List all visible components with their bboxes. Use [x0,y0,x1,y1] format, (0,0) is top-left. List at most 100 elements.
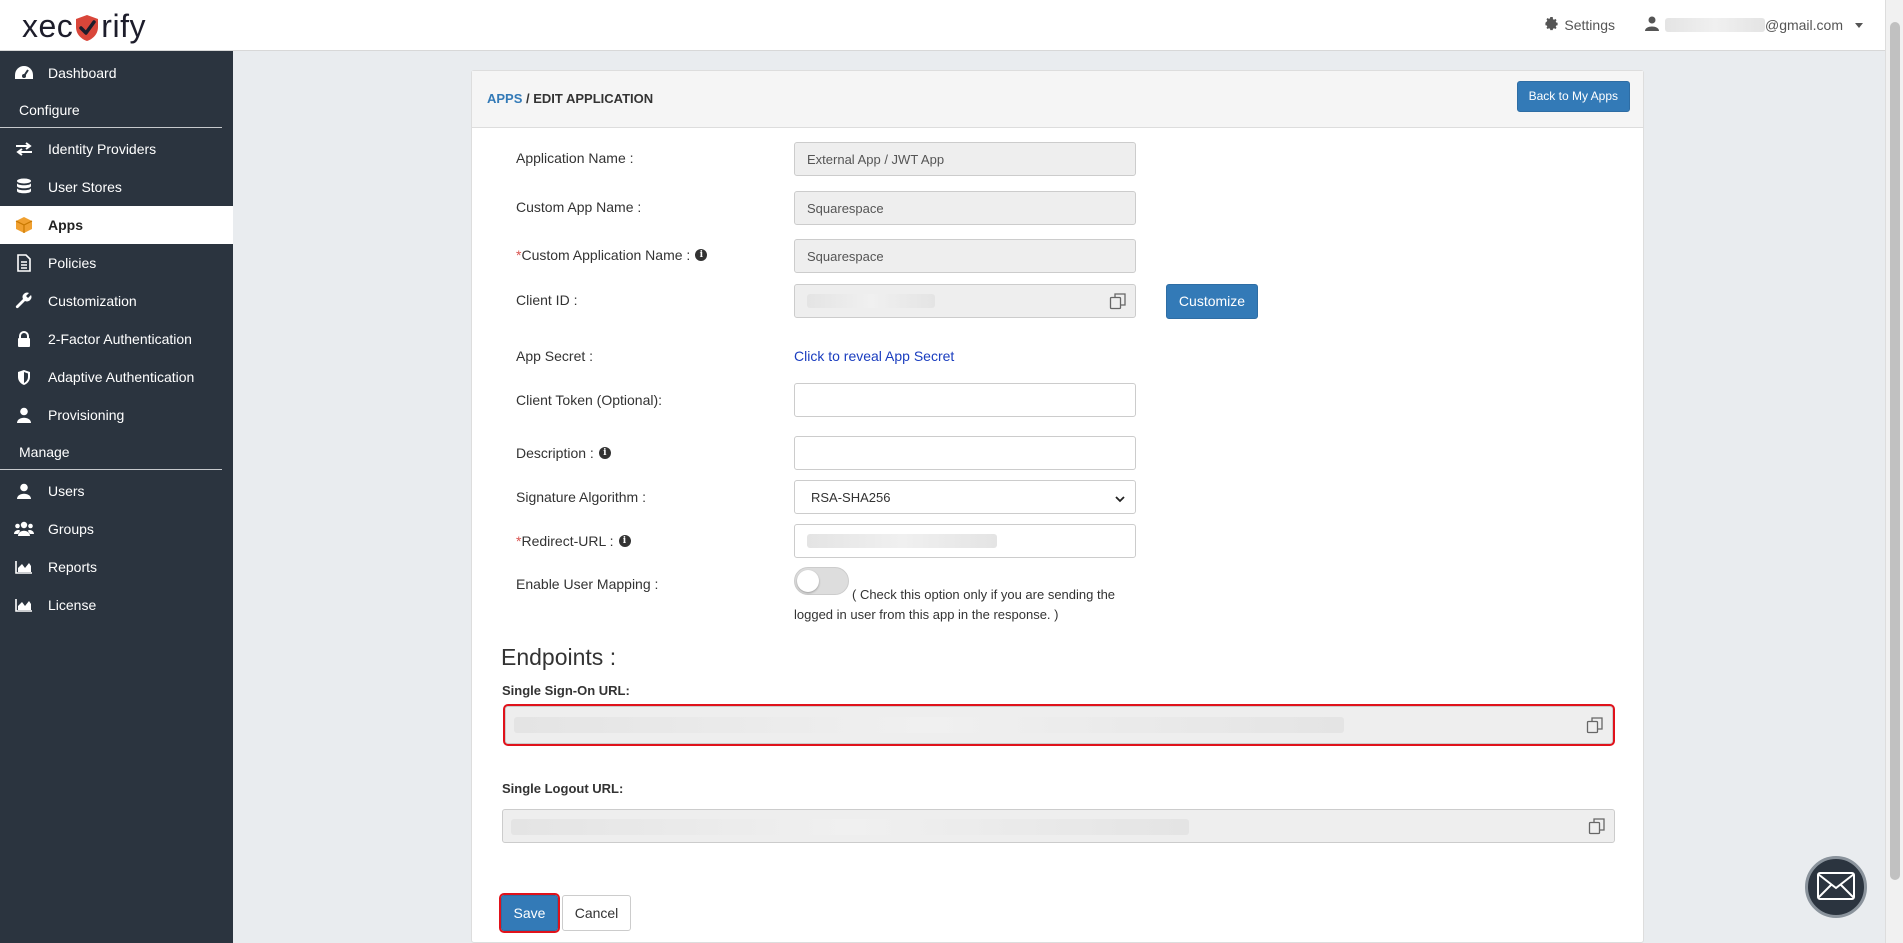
sidebar-item-label: Apps [48,217,83,233]
info-icon[interactable]: i [598,447,611,459]
user-email-redacted [1664,18,1765,32]
field-value: External App / JWT App [807,151,945,167]
breadcrumb-apps-link[interactable]: APPS [487,91,522,106]
endpoints-heading: Endpoints : [501,644,617,670]
sso-url-redacted [514,717,1344,733]
user-email-suffix: @gmail.com [1764,17,1843,33]
user-menu[interactable]: @gmail.com [1644,16,1863,34]
customize-button[interactable]: Customize [1166,284,1258,319]
copy-icon[interactable] [1586,716,1604,734]
page-scrollbar[interactable] [1885,0,1903,943]
label-text: Application Name : [516,150,634,166]
sidebar-item-policies[interactable]: Policies [0,244,233,282]
wrench-icon [14,292,34,310]
slo-url-redacted [511,819,1189,835]
sidebar-item-label: Reports [48,559,98,575]
users-icon [14,520,34,538]
client-id-label: Client ID : [516,292,577,308]
sidebar-item-label: Identity Providers [48,141,157,157]
sidebar-item-label: 2-Factor Authentication [48,331,192,347]
label-text: Description : [516,445,594,461]
sidebar-item-label: Customization [48,293,137,309]
label-text: Custom Application Name : [521,247,691,263]
sidebar-item-identity-providers[interactable]: Identity Providers [0,130,233,168]
copy-icon[interactable] [1109,292,1127,310]
sidebar-item-users[interactable]: Users [0,472,233,510]
sidebar-section-configure: Configure [0,92,222,128]
sidebar-item-label: License [48,597,97,613]
field-value: Squarespace [807,248,884,264]
custom-app-name-field: Squarespace [794,191,1136,225]
cube-icon [14,216,34,234]
help-text: ( Check this option only if you are send… [794,587,1116,622]
sidebar-item-dashboard[interactable]: Dashboard [0,54,233,92]
cancel-button[interactable]: Cancel [562,895,631,931]
application-name-field: External App / JWT App [794,142,1136,176]
dashboard-icon [14,64,34,82]
breadcrumb: APPS / EDIT APPLICATION [487,91,653,106]
label-text: App Secret : [516,348,594,364]
area-chart-icon [14,596,34,614]
custom-application-name-field[interactable]: Squarespace [794,239,1136,273]
sidebar-item-license[interactable]: License [0,586,233,624]
client-token-input[interactable] [794,383,1136,417]
label-text: Enable User Mapping : [516,576,659,592]
save-button[interactable]: Save [499,893,560,933]
label-text: Custom App Name : [516,199,642,215]
sidebar-item-2fa[interactable]: 2-Factor Authentication [0,320,233,358]
logo-shield-icon [74,13,100,43]
info-icon[interactable]: i [618,535,631,547]
sidebar-item-adaptive-auth[interactable]: Adaptive Authentication [0,358,233,396]
info-icon[interactable]: i [695,249,708,261]
sidebar: Dashboard Configure Identity Providers U… [0,51,233,943]
envelope-icon [1817,871,1855,903]
panel-header: APPS / EDIT APPLICATION Back to My Apps [472,71,1643,128]
user-icon [1644,16,1659,34]
exchange-icon [14,140,34,158]
slo-url-label: Single Logout URL: [502,781,624,796]
sso-url-label: Single Sign-On URL: [502,683,630,698]
sidebar-item-label: Users [48,483,85,499]
sidebar-item-provisioning[interactable]: Provisioning [0,396,233,434]
user-icon [14,406,34,424]
sso-url-field[interactable] [503,704,1615,746]
sidebar-item-label: Groups [48,521,94,537]
redirect-url-label: * Redirect-URL : i [516,533,631,549]
shield-icon [14,368,34,386]
custom-app-name-label: Custom App Name : [516,199,641,215]
sidebar-item-reports[interactable]: Reports [0,548,233,586]
sidebar-item-apps[interactable]: Apps [0,206,233,244]
sidebar-item-user-stores[interactable]: User Stores [0,168,233,206]
sidebar-item-customization[interactable]: Customization [0,282,233,320]
enable-user-mapping-label: Enable User Mapping : [516,576,658,592]
description-input[interactable] [794,436,1136,470]
client-id-field [794,284,1136,318]
description-label: Description : i [516,445,611,461]
scrollbar-thumb[interactable] [1890,22,1900,880]
slo-url-field[interactable] [502,809,1615,843]
label-text: Client Token (Optional): [516,392,663,408]
breadcrumb-current: EDIT APPLICATION [533,91,654,106]
sidebar-item-label: Policies [48,255,97,271]
label-text: Signature Algorithm : [516,489,646,505]
user-icon [14,482,34,500]
custom-application-name-label: * Custom Application Name : i [516,247,708,263]
copy-icon[interactable] [1588,817,1606,835]
sidebar-item-label: Adaptive Authentication [48,369,195,385]
settings-label: Settings [1564,17,1615,33]
sidebar-item-label: Provisioning [48,407,125,423]
reveal-app-secret-link[interactable]: Click to reveal App Secret [794,348,954,364]
redirect-url-input[interactable] [794,524,1136,558]
chevron-down-icon [1115,492,1125,503]
xecurify-logo[interactable]: xec rify [22,8,146,45]
app-secret-label: App Secret : [516,348,593,364]
sidebar-item-groups[interactable]: Groups [0,510,233,548]
area-chart-icon [14,558,34,576]
settings-link[interactable]: Settings [1544,16,1615,34]
chat-widget-button[interactable] [1805,856,1867,918]
client-id-redacted [807,294,935,308]
signature-algorithm-select[interactable]: RSA-SHA256 [794,480,1136,514]
chevron-down-icon [1855,22,1863,28]
lock-icon [14,330,34,348]
back-to-my-apps-button[interactable]: Back to My Apps [1516,81,1630,112]
